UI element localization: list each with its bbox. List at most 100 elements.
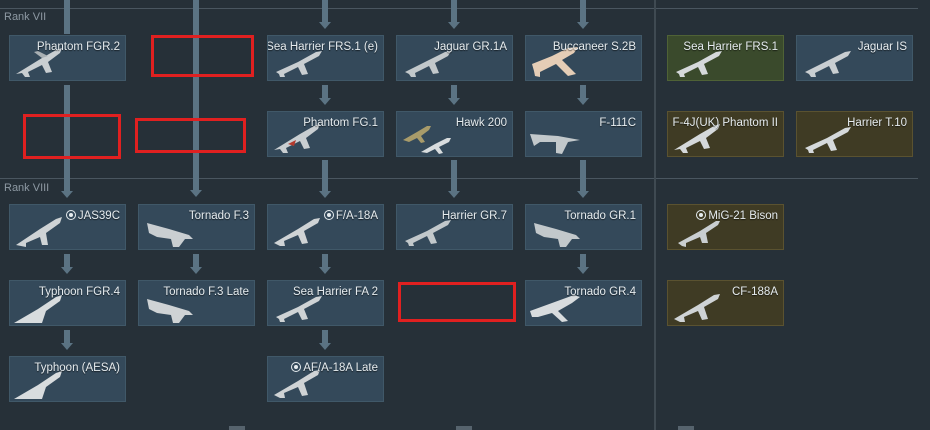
vehicle-name: Tornado GR.1 <box>564 210 636 222</box>
tree-trunk-col3 <box>322 0 328 22</box>
arrow-col1-viii <box>61 191 73 198</box>
scroll-indicator[interactable] <box>456 426 472 430</box>
vehicle-card-typhoon-fgr4[interactable]: Typhoon FGR.4 <box>9 280 126 326</box>
vehicle-card-typhoon-aesa[interactable]: Typhoon (AESA) <box>9 356 126 402</box>
highlight-box-empty-slot-3 <box>135 118 246 153</box>
vehicle-name: Jaguar GR.1A <box>434 41 507 53</box>
aircraft-icon <box>16 217 62 247</box>
connector-col5-viii <box>580 160 586 191</box>
vehicle-name: Tornado F.3 <box>188 210 249 222</box>
scroll-indicator[interactable] <box>229 426 245 430</box>
vehicle-card-sea-harrier-frs1e[interactable]: Sea Harrier FRS.1 (e) <box>267 35 384 81</box>
highlight-box-empty-slot-1 <box>151 35 254 77</box>
vehicle-name: Harrier T.10 <box>847 117 907 129</box>
vehicle-card-hawk-200[interactable]: Hawk 200 <box>396 111 513 157</box>
vehicle-card-sea-harrier-fa2[interactable]: Sea Harrier FA 2 <box>267 280 384 326</box>
vehicle-card-harrier-t10[interactable]: Harrier T.10 <box>796 111 913 157</box>
vehicle-name: Harrier GR.7 <box>441 210 507 222</box>
foreign-vehicle-marker-icon <box>696 210 707 220</box>
rank-vii-separator <box>0 8 918 9</box>
vehicle-card-jaguar-gr1a[interactable]: Jaguar GR.1A <box>396 35 513 81</box>
tree-trunk-col1 <box>64 0 70 34</box>
connector-col4-hawk <box>451 85 457 99</box>
vehicle-card-tornado-gr1[interactable]: Tornado GR.1 <box>525 204 642 250</box>
rank-viii-label: Rank VIII <box>4 182 50 194</box>
vehicle-name: Typhoon (AESA) <box>34 362 120 374</box>
connector-col5-f111 <box>580 85 586 99</box>
arrow-col5-gr4 <box>577 267 589 274</box>
tree-trunk-col5 <box>580 0 586 22</box>
vehicle-card-mig21-bison[interactable]: MiG-21 Bison <box>667 204 784 250</box>
vehicle-name: F-4J(UK) Phantom II <box>672 117 778 129</box>
vehicle-name: Sea Harrier FRS.1 <box>683 41 778 53</box>
connector-col3-late <box>322 330 328 344</box>
tree-arrow-col5 <box>577 22 589 29</box>
scroll-indicator[interactable] <box>678 426 694 430</box>
connector-col2-viii <box>193 254 199 268</box>
connector-col5-gr4 <box>580 254 586 268</box>
foreign-vehicle-marker-icon <box>291 362 302 372</box>
highlight-box-empty-slot-2 <box>23 114 121 159</box>
arrow-col3-fa2 <box>319 267 331 274</box>
arrow-col4-viii <box>448 191 460 198</box>
arrow-col3-viii <box>319 191 331 198</box>
vehicle-name: Buccaneer S.2B <box>552 41 636 53</box>
vehicle-card-f4j-uk[interactable]: F-4J(UK) Phantom II <box>667 111 784 157</box>
connector-col3-viii <box>322 160 328 191</box>
arrow-col1-aesa <box>61 343 73 350</box>
vehicle-name: Hawk 200 <box>455 117 507 129</box>
vehicle-card-jas39c[interactable]: JAS39C <box>9 204 126 250</box>
arrow-col5-viii <box>577 191 589 198</box>
foreign-vehicle-marker-icon <box>65 210 76 220</box>
vehicle-card-harrier-gr7[interactable]: Harrier GR.7 <box>396 204 513 250</box>
vehicle-card-cf188a[interactable]: CF-188A <box>667 280 784 326</box>
vehicle-card-tornado-f3-late[interactable]: Tornado F.3 Late <box>138 280 255 326</box>
tree-arrow-col4 <box>448 22 460 29</box>
vehicle-name: F-111C <box>599 117 636 129</box>
arrow-col5-f111 <box>577 98 589 105</box>
vehicle-name: MiG-21 Bison <box>696 210 778 222</box>
foreign-vehicle-marker-icon <box>323 210 334 220</box>
vehicle-card-sea-harrier-frs1[interactable]: Sea Harrier FRS.1 <box>667 35 784 81</box>
arrow-col4-hawk <box>448 98 460 105</box>
vehicle-name: Typhoon FGR.4 <box>38 286 120 298</box>
arrow-col1-typhoon <box>61 267 73 274</box>
connector-col3-fg1 <box>322 85 328 99</box>
rank-viii-separator <box>0 178 918 179</box>
aircraft-icon <box>403 126 451 154</box>
connector-col3-fa2 <box>322 254 328 268</box>
vehicle-name: Tornado GR.4 <box>564 286 636 298</box>
vehicle-name: Jaguar IS <box>857 41 907 53</box>
tree-trunk-col4 <box>451 0 457 22</box>
vehicle-name: F/A-18A <box>323 210 378 222</box>
connector-col1-aesa <box>64 330 70 344</box>
aircraft-icon <box>805 51 851 77</box>
vehicle-card-tornado-gr4[interactable]: Tornado GR.4 <box>525 280 642 326</box>
arrow-col3-late <box>319 343 331 350</box>
vehicle-name: Phantom FG.1 <box>303 117 378 129</box>
rank-vii-label: Rank VII <box>4 11 47 23</box>
vehicle-card-af18a-late[interactable]: AF/A-18A Late <box>267 356 384 402</box>
premium-column-divider <box>654 0 656 430</box>
tree-arrow-col2 <box>190 190 202 197</box>
vehicle-name: Sea Harrier FA 2 <box>292 286 378 298</box>
vehicle-name: Tornado F.3 Late <box>163 286 249 298</box>
vehicle-card-phantom-fg1[interactable]: Phantom FG.1 <box>267 111 384 157</box>
connector-col1-viii <box>64 254 70 268</box>
vehicle-card-f111c[interactable]: F-111C <box>525 111 642 157</box>
highlight-box-empty-slot-4 <box>398 282 516 322</box>
vehicle-card-phantom-fgr2[interactable]: Phantom FGR.2 <box>9 35 126 81</box>
vehicle-name: AF/A-18A Late <box>291 362 378 374</box>
aircraft-icon <box>674 294 720 322</box>
aircraft-icon <box>530 134 580 154</box>
vehicle-name: CF-188A <box>731 286 778 298</box>
vehicle-card-buccaneer-s2b[interactable]: Buccaneer S.2B <box>525 35 642 81</box>
vehicle-card-fa18a[interactable]: F/A-18A <box>267 204 384 250</box>
arrow-col2-late <box>190 267 202 274</box>
vehicle-card-tornado-f3[interactable]: Tornado F.3 <box>138 204 255 250</box>
tree-trunk-col2 <box>193 0 199 190</box>
tree-arrow-col3 <box>319 22 331 29</box>
vehicle-card-jaguar-is[interactable]: Jaguar IS <box>796 35 913 81</box>
connector-col4-viii <box>451 160 457 191</box>
vehicle-name: Phantom FGR.2 <box>36 41 120 53</box>
